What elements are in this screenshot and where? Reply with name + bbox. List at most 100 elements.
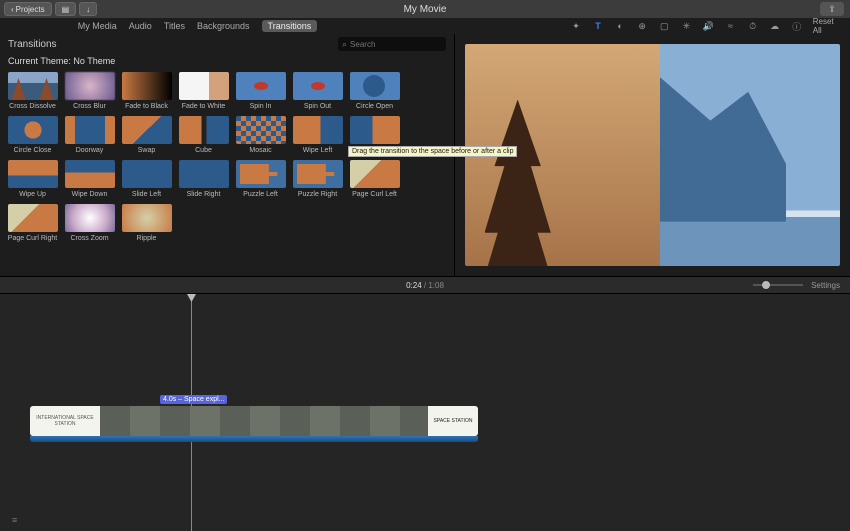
transition-doorway[interactable]: Doorway (63, 116, 116, 154)
text-tool-icon[interactable]: T (592, 19, 604, 33)
transition-cross-blur[interactable]: Cross Blur (63, 72, 116, 110)
tab-audio[interactable]: Audio (129, 21, 152, 31)
tab-backgrounds[interactable]: Backgrounds (197, 21, 250, 31)
transition-label: Circle Close (14, 147, 52, 154)
noise-icon[interactable]: ≈ (724, 19, 736, 33)
transition-label: Circle Open (356, 103, 393, 110)
transition-cross-dissolve[interactable]: Cross Dissolve (6, 72, 59, 110)
transition-thumb (179, 160, 229, 188)
transition-thumb (236, 116, 286, 144)
transition-thumb (8, 204, 58, 232)
stabilize-icon[interactable]: ✳ (680, 19, 692, 33)
transition-label: Ripple (137, 235, 157, 242)
transition-ripple[interactable]: Ripple (120, 204, 173, 242)
zoom-thumb[interactable] (762, 281, 770, 289)
tab-titles[interactable]: Titles (164, 21, 185, 31)
speed-icon[interactable]: ⏱ (747, 19, 759, 33)
transitions-grid: Cross Dissolve Cross Blur Fade to Black Fad… (0, 72, 454, 242)
preview-viewer[interactable] (465, 44, 840, 266)
transition-puzzle-left[interactable]: Puzzle Left (234, 160, 287, 198)
transition-slide-right[interactable]: Slide Right (177, 160, 230, 198)
transition-label: Cross Blur (73, 103, 106, 110)
transition-thumb (122, 116, 172, 144)
transition-thumb (293, 160, 343, 188)
transition-cube[interactable]: Cube (177, 116, 230, 154)
transition-swap[interactable]: Swap (120, 116, 173, 154)
search-icon: ⌕ (342, 39, 347, 50)
transition-label: Mosaic (249, 147, 271, 154)
transition-page-curl-left[interactable]: Page Curl Left (348, 160, 401, 198)
titlebar: ‹ Projects ▤ ↓ My Movie ⇪ (0, 0, 850, 18)
transition-label: Puzzle Right (298, 191, 337, 198)
transition-thumb (8, 160, 58, 188)
filter-icon[interactable]: ☁ (769, 19, 781, 33)
transition-thumb (122, 160, 172, 188)
transition-tooltip: Drag the transition to the space before … (348, 146, 517, 157)
clip-start-frame: INTERNATIONAL SPACE STATION (30, 406, 100, 436)
transition-thumb (8, 116, 58, 144)
transition-label: Fade to White (182, 103, 226, 110)
current-theme-label: Current Theme: No Theme (0, 54, 454, 72)
reset-all-button[interactable]: Reset All (813, 17, 840, 35)
time-display: 0:24 / 1:08 (406, 281, 444, 290)
transition-mosaic[interactable]: Mosaic (234, 116, 287, 154)
transition-circle-close[interactable]: Circle Close (6, 116, 59, 154)
transition-spin-in[interactable]: Spin In (234, 72, 287, 110)
tab-my-media[interactable]: My Media (78, 21, 117, 31)
transition-label: Cross Dissolve (9, 103, 56, 110)
transition-slide-left[interactable]: Slide Left (120, 160, 173, 198)
clip-end-frame: SPACE STATION (428, 406, 478, 436)
transition-wipe-up[interactable]: Wipe Up (6, 160, 59, 198)
transition-puzzle-right[interactable]: Puzzle Right (291, 160, 344, 198)
search-input[interactable] (350, 40, 442, 49)
transition-wipe-left[interactable]: Wipe Left (291, 116, 344, 154)
transition-label: Slide Left (132, 191, 161, 198)
zoom-slider[interactable] (753, 284, 803, 286)
timeline-settings-icon[interactable]: ≡ (12, 515, 17, 525)
transition-thumb (122, 72, 172, 100)
transition-label: Swap (138, 147, 156, 154)
color-correct-icon[interactable]: ⊕ (636, 19, 648, 33)
crop-icon[interactable]: ▢ (658, 19, 670, 33)
color-balance-icon[interactable]: ◐ (614, 19, 626, 33)
transition-wipe-right[interactable]: Wipe RightDrag the transition to the spa… (348, 116, 401, 154)
transition-label: Page Curl Left (352, 191, 397, 198)
transition-thumb (350, 116, 400, 144)
transition-page-curl-right[interactable]: Page Curl Right (6, 204, 59, 242)
transition-thumb (236, 72, 286, 100)
transition-label: Doorway (76, 147, 104, 154)
transition-thumb (65, 72, 115, 100)
transition-thumb (236, 160, 286, 188)
video-clip[interactable]: INTERNATIONAL SPACE STATION SPACE STATIO… (30, 406, 478, 436)
audio-waveform[interactable] (30, 436, 478, 442)
transition-label: Puzzle Left (243, 191, 278, 198)
clip-duration-label: 4.0s – Space expl... (160, 395, 227, 404)
transition-spin-out[interactable]: Spin Out (291, 72, 344, 110)
transition-thumb (179, 116, 229, 144)
transition-thumb (65, 204, 115, 232)
transition-label: Slide Right (187, 191, 221, 198)
transition-circle-open[interactable]: Circle Open (348, 72, 401, 110)
tab-transitions[interactable]: Transitions (262, 20, 318, 32)
autoenhance-icon[interactable]: ✦ (570, 19, 582, 33)
search-box[interactable]: ⌕ (338, 37, 446, 51)
transition-label: Spin Out (304, 103, 331, 110)
settings-button[interactable]: Settings (811, 281, 840, 290)
info-icon[interactable]: ⓘ (791, 19, 803, 33)
browser-heading: Transitions (8, 39, 57, 50)
transition-label: Wipe Left (303, 147, 333, 154)
transition-label: Cube (195, 147, 212, 154)
time-total: 1:08 (428, 281, 444, 290)
preview-right-clip (660, 44, 840, 266)
transition-cross-zoom[interactable]: Cross Zoom (63, 204, 116, 242)
transition-label: Page Curl Right (8, 235, 57, 242)
transition-thumb (8, 72, 58, 100)
transition-fade-to-black[interactable]: Fade to Black (120, 72, 173, 110)
transition-wipe-down[interactable]: Wipe Down (63, 160, 116, 198)
library-tabbar: My Media Audio Titles Backgrounds Transi… (0, 18, 850, 34)
timeline[interactable]: 4.0s – Space expl... INTERNATIONAL SPACE… (0, 294, 850, 531)
transition-fade-to-white[interactable]: Fade to White (177, 72, 230, 110)
transition-thumb (350, 72, 400, 100)
volume-icon[interactable]: 🔊 (702, 19, 714, 33)
transition-thumb (293, 72, 343, 100)
